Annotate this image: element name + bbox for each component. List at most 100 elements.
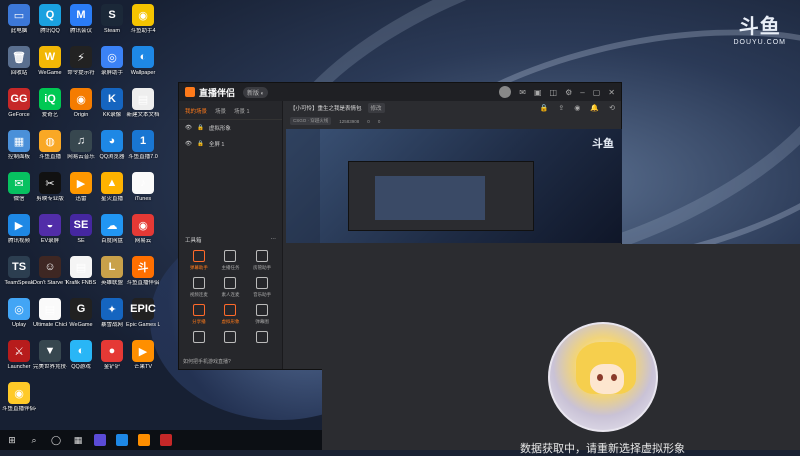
- desktop-icon[interactable]: ◉ Origin: [64, 88, 98, 118]
- search-icon[interactable]: ⌕: [28, 434, 40, 446]
- tool-item[interactable]: 弹幕助手: [183, 250, 215, 271]
- tool-item[interactable]: 弹幕图: [246, 304, 278, 325]
- desktop-icon[interactable]: ♪ iTunes: [126, 172, 160, 202]
- desktop-icon[interactable]: ▲ 星火直播: [95, 172, 129, 202]
- tool-label: 音乐助手: [253, 292, 272, 297]
- desktop-icon-label: 迅雷: [75, 196, 87, 202]
- tab-my-scenes[interactable]: 我的场景: [185, 107, 207, 115]
- taskview-icon[interactable]: ▦: [72, 434, 84, 446]
- desktop-icon[interactable]: ▤ Krafik FNBS: [64, 256, 98, 286]
- desktop-icon[interactable]: ▭ 此电脑: [2, 4, 36, 34]
- desktop-icon[interactable]: ▶ 腾讯视频: [2, 214, 36, 244]
- desktop-icon[interactable]: G WeGame: [64, 298, 98, 328]
- desktop-icon[interactable]: ✂ 剪映专业版: [33, 172, 67, 202]
- maximize-icon[interactable]: ▢: [593, 88, 601, 97]
- desktop-icon[interactable]: ▤ Ultimate Chicken: [33, 298, 67, 328]
- desktop-icon[interactable]: 斗斗鱼直播伴侣: [126, 256, 160, 286]
- scene-item[interactable]: 👁 🔒 虚拟形象: [179, 120, 282, 136]
- desktop-icon[interactable]: ◐ Wallpaper: [126, 46, 160, 76]
- room-header: 【小可怜】重生之我是表情包 修改 🔒 ⇪ ◉ 🔔 ⟲: [284, 101, 621, 115]
- desktop-app-icon: iQ: [39, 88, 61, 110]
- more-icon[interactable]: ⋯: [271, 236, 277, 244]
- desktop-icon[interactable]: SE SE: [64, 214, 98, 244]
- desktop-icon[interactable]: W WeGame: [33, 46, 67, 76]
- mail-icon[interactable]: ✉: [519, 88, 526, 97]
- user-avatar[interactable]: [499, 86, 512, 98]
- desktop-icon[interactable]: ▤ 新建文本文档: [126, 88, 160, 118]
- tool-item[interactable]: 分享播: [183, 304, 215, 325]
- desktop-icon[interactable]: ⚔ Launcher: [2, 340, 36, 370]
- desktop-icon[interactable]: iQ 爱奇艺: [33, 88, 67, 118]
- desktop-icon[interactable]: ♫ 网易云音乐: [64, 130, 98, 160]
- taskbar-app-icon[interactable]: [138, 434, 150, 446]
- tab-scene[interactable]: 场景: [215, 107, 226, 115]
- desktop-icon[interactable]: ◉ 斗鱼直播伴侣4: [2, 382, 36, 412]
- desktop-icon[interactable]: ◍ 斗鱼直播: [33, 130, 67, 160]
- version-badge[interactable]: 新版 ◐: [243, 86, 269, 98]
- bell-icon[interactable]: 🔔: [590, 104, 599, 112]
- record-icon[interactable]: ◉: [574, 104, 580, 112]
- help-hint[interactable]: 如何把手机游戏直播?: [183, 358, 231, 365]
- desktop-icon[interactable]: S Steam: [95, 4, 129, 34]
- desktop-icon[interactable]: ◐ QQ游戏: [64, 340, 98, 370]
- desktop-icon[interactable]: ◉ 网易云: [126, 214, 160, 244]
- taskbar-app-icon[interactable]: [94, 434, 106, 446]
- desktop-icon[interactable]: GG GeForce: [2, 88, 36, 118]
- close-icon[interactable]: ✕: [608, 88, 615, 97]
- message-icon[interactable]: ◫: [550, 88, 558, 97]
- lock-icon[interactable]: 🔒: [540, 104, 549, 112]
- desktop-icon[interactable]: ▼ 完美世界竞技平台: [33, 340, 67, 370]
- desktop-icon[interactable]: ▶ 芒果TV: [126, 340, 160, 370]
- desktop-icon[interactable]: ✦ 暴雪战网: [95, 298, 129, 328]
- desktop-icon[interactable]: ● 金铲铲: [95, 340, 129, 370]
- live-preview[interactable]: 斗鱼: [286, 129, 622, 243]
- tool-item[interactable]: 音乐助手: [246, 277, 278, 298]
- settings-icon[interactable]: ⚙: [565, 88, 572, 97]
- gift-icon[interactable]: ▣: [534, 88, 542, 97]
- lock-icon[interactable]: 🔒: [197, 125, 204, 131]
- desktop-icon[interactable]: ⚡ 命令提示符: [64, 46, 98, 76]
- lock-icon[interactable]: 🔒: [197, 141, 204, 147]
- desktop-icon[interactable]: ☺ Don't Starve Together: [33, 256, 67, 286]
- desktop-icon[interactable]: 1 斗鱼直播7.0: [126, 130, 160, 160]
- desktop-icon[interactable]: ☁ 百度网盘: [95, 214, 129, 244]
- tool-item[interactable]: [246, 331, 278, 346]
- taskbar-app-icon[interactable]: [116, 434, 128, 446]
- desktop-icon[interactable]: ▦ 控制面板: [2, 130, 36, 160]
- desktop-icon[interactable]: ◎ Uplay: [2, 298, 36, 328]
- desktop-icon[interactable]: ◎ 录屏助手: [95, 46, 129, 76]
- desktop-icon[interactable]: ✉ 微信: [2, 172, 36, 202]
- tab-scene-1[interactable]: 场景 1: [234, 107, 250, 115]
- desktop-icon[interactable]: EPIC Epic Games Launcher: [126, 298, 160, 328]
- desktop-icon[interactable]: L 英雄联盟: [95, 256, 129, 286]
- desktop-icon[interactable]: ◒ EV录屏: [33, 214, 67, 244]
- toolbox-title: 工具箱: [185, 238, 202, 244]
- desktop-icon[interactable]: K KK录像: [95, 88, 129, 118]
- category-tag[interactable]: CSGO · 穿越火线: [290, 117, 332, 125]
- tool-item[interactable]: 主播任务: [215, 250, 247, 271]
- window-titlebar[interactable]: 直播伴侣 新版 ◐ ✉ ▣ ◫ ⚙ – ▢ ✕: [179, 83, 621, 101]
- edit-title-button[interactable]: 修改: [367, 103, 385, 113]
- eye-icon[interactable]: 👁: [185, 125, 192, 131]
- tool-item[interactable]: [215, 331, 247, 346]
- share-link-icon[interactable]: ⟲: [609, 104, 615, 112]
- tool-item[interactable]: 视频连麦: [183, 277, 215, 298]
- desktop-icon[interactable]: ◕ QQ浏览器: [95, 130, 129, 160]
- scene-item[interactable]: 👁 🔒 全屏 1: [179, 136, 282, 152]
- task-view-icon[interactable]: ◯: [50, 434, 62, 446]
- desktop-icon[interactable]: TS TeamSpeak: [2, 256, 36, 286]
- tool-item[interactable]: 素人连麦: [215, 277, 247, 298]
- minimize-icon[interactable]: –: [580, 88, 584, 97]
- desktop-icon[interactable]: M 腾讯会议: [64, 4, 98, 34]
- share-icon[interactable]: ⇪: [558, 104, 564, 112]
- taskbar-app-icon[interactable]: [160, 434, 172, 446]
- tool-item[interactable]: 房管助手: [246, 250, 278, 271]
- tool-item[interactable]: 虚拟形象: [215, 304, 247, 325]
- windows-start-icon[interactable]: ⊞: [6, 434, 18, 446]
- desktop-icon[interactable]: ▶ 迅雷: [64, 172, 98, 202]
- desktop-icon[interactable]: Q 腾讯QQ: [33, 4, 67, 34]
- desktop-icon[interactable]: 🗑 回收站: [2, 46, 36, 76]
- eye-icon[interactable]: 👁: [185, 141, 192, 147]
- tool-item[interactable]: [183, 331, 215, 346]
- desktop-icon[interactable]: ◉ 斗鱼助手4: [126, 4, 160, 34]
